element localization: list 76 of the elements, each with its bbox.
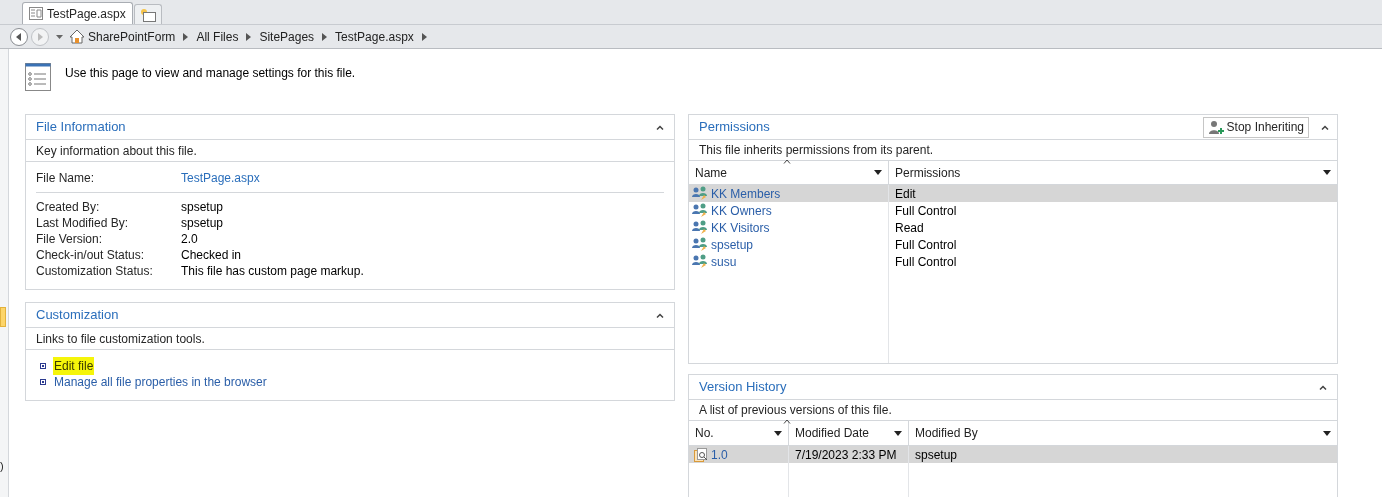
dropdown-icon[interactable]: [874, 170, 882, 175]
table-cell-text: Full Control: [894, 202, 958, 219]
field-value: This file has custom page markup.: [181, 263, 364, 280]
group-icon: [692, 186, 709, 201]
collapse-icon[interactable]: [1319, 384, 1327, 390]
add-user-icon: [1207, 119, 1224, 135]
panel-description: This file inherits permissions from its parent.: [699, 142, 934, 159]
group-link[interactable]: susu: [711, 252, 737, 271]
bullet-icon: [40, 363, 46, 369]
field-value: spsetup: [181, 215, 224, 232]
breadcrumb-link[interactable]: SharePointForm: [88, 27, 176, 46]
dropdown-icon[interactable]: [1323, 430, 1331, 436]
chevron-icon[interactable]: [246, 32, 252, 41]
chevron-icon[interactable]: [421, 32, 427, 41]
field-label: File Name:: [36, 170, 95, 187]
version-icon: [694, 447, 709, 462]
table-cell-text: Read: [894, 219, 925, 236]
sort-icon: [783, 419, 791, 424]
panel-title: File Information: [36, 118, 126, 137]
breadcrumb-link[interactable]: SitePages: [259, 27, 315, 46]
table-cell: Edit: [889, 185, 1337, 202]
field-label: File Version:: [36, 231, 104, 248]
panel-description: A list of previous versions of this file.: [699, 402, 892, 419]
field-value: Checked in: [181, 247, 242, 264]
table-cell-text: Full Control: [894, 236, 958, 253]
link[interactable]: Manage all file properties in the browser: [53, 373, 268, 391]
back-button[interactable]: [10, 27, 28, 46]
file-name-link[interactable]: TestPage.aspx: [181, 169, 260, 187]
group-icon: [692, 220, 709, 235]
table-cell: 7/19/2023 2:33 PM: [789, 446, 909, 463]
group-icon: [692, 254, 709, 269]
panel-title: Customization: [36, 306, 119, 325]
field-label: Created By:: [36, 199, 101, 216]
breadcrumb-link[interactable]: All Files: [196, 27, 239, 46]
dropdown-icon[interactable]: [774, 430, 782, 436]
intro-text: Use this page to view and manage settings for this file.: [65, 65, 356, 82]
breadcrumb-link[interactable]: TestPage.aspx: [335, 27, 414, 46]
group-link[interactable]: KK Visitors: [711, 218, 770, 237]
group-link[interactable]: spsetup: [711, 235, 754, 254]
chevron-icon[interactable]: [322, 32, 328, 41]
field-value: 2.0: [181, 231, 198, 248]
dropdown-icon[interactable]: [894, 430, 902, 436]
home-icon: [69, 29, 85, 44]
field-label: Check-in/out Status:: [36, 247, 146, 264]
chevron-icon[interactable]: [183, 32, 189, 41]
tab[interactable]: [133, 4, 162, 24]
collapse-icon[interactable]: [1321, 124, 1329, 130]
forward-icon: [36, 32, 44, 41]
collapse-icon[interactable]: [656, 312, 664, 318]
group-link[interactable]: KK Members: [711, 184, 781, 203]
dropdown-icon[interactable]: [1323, 170, 1331, 175]
sort-icon: [783, 159, 791, 164]
tab[interactable]: TestPage.aspx: [22, 2, 133, 24]
panel-title: Version History: [699, 378, 787, 397]
group-icon: [692, 237, 709, 252]
list-page-icon: [25, 63, 51, 91]
table-cell: spsetup: [909, 446, 1337, 463]
page-icon: [29, 7, 43, 20]
back-icon: [15, 32, 23, 41]
highlighted-item: [0, 307, 6, 327]
text-fragment: ): [0, 461, 4, 472]
panel-description: Links to file customization tools.: [36, 330, 205, 348]
field-value: spsetup: [181, 199, 224, 216]
field-label: Last Modified By:: [36, 215, 130, 232]
version-link[interactable]: 1.0: [711, 445, 728, 464]
bullet-icon: [40, 379, 46, 385]
group-link[interactable]: KK Owners: [711, 201, 772, 220]
panel-description: Key information about this file.: [36, 142, 197, 160]
group-icon: [692, 203, 709, 218]
field-label: Customization Status:: [36, 263, 154, 280]
table-cell-text: Full Control: [894, 253, 958, 270]
link[interactable]: Edit file: [53, 357, 95, 375]
stop-inheriting-button[interactable]: Stop Inheriting: [1202, 116, 1309, 138]
panel-title: Permissions: [699, 118, 770, 137]
new-tab-icon: [139, 7, 156, 22]
collapse-icon[interactable]: [656, 124, 664, 130]
